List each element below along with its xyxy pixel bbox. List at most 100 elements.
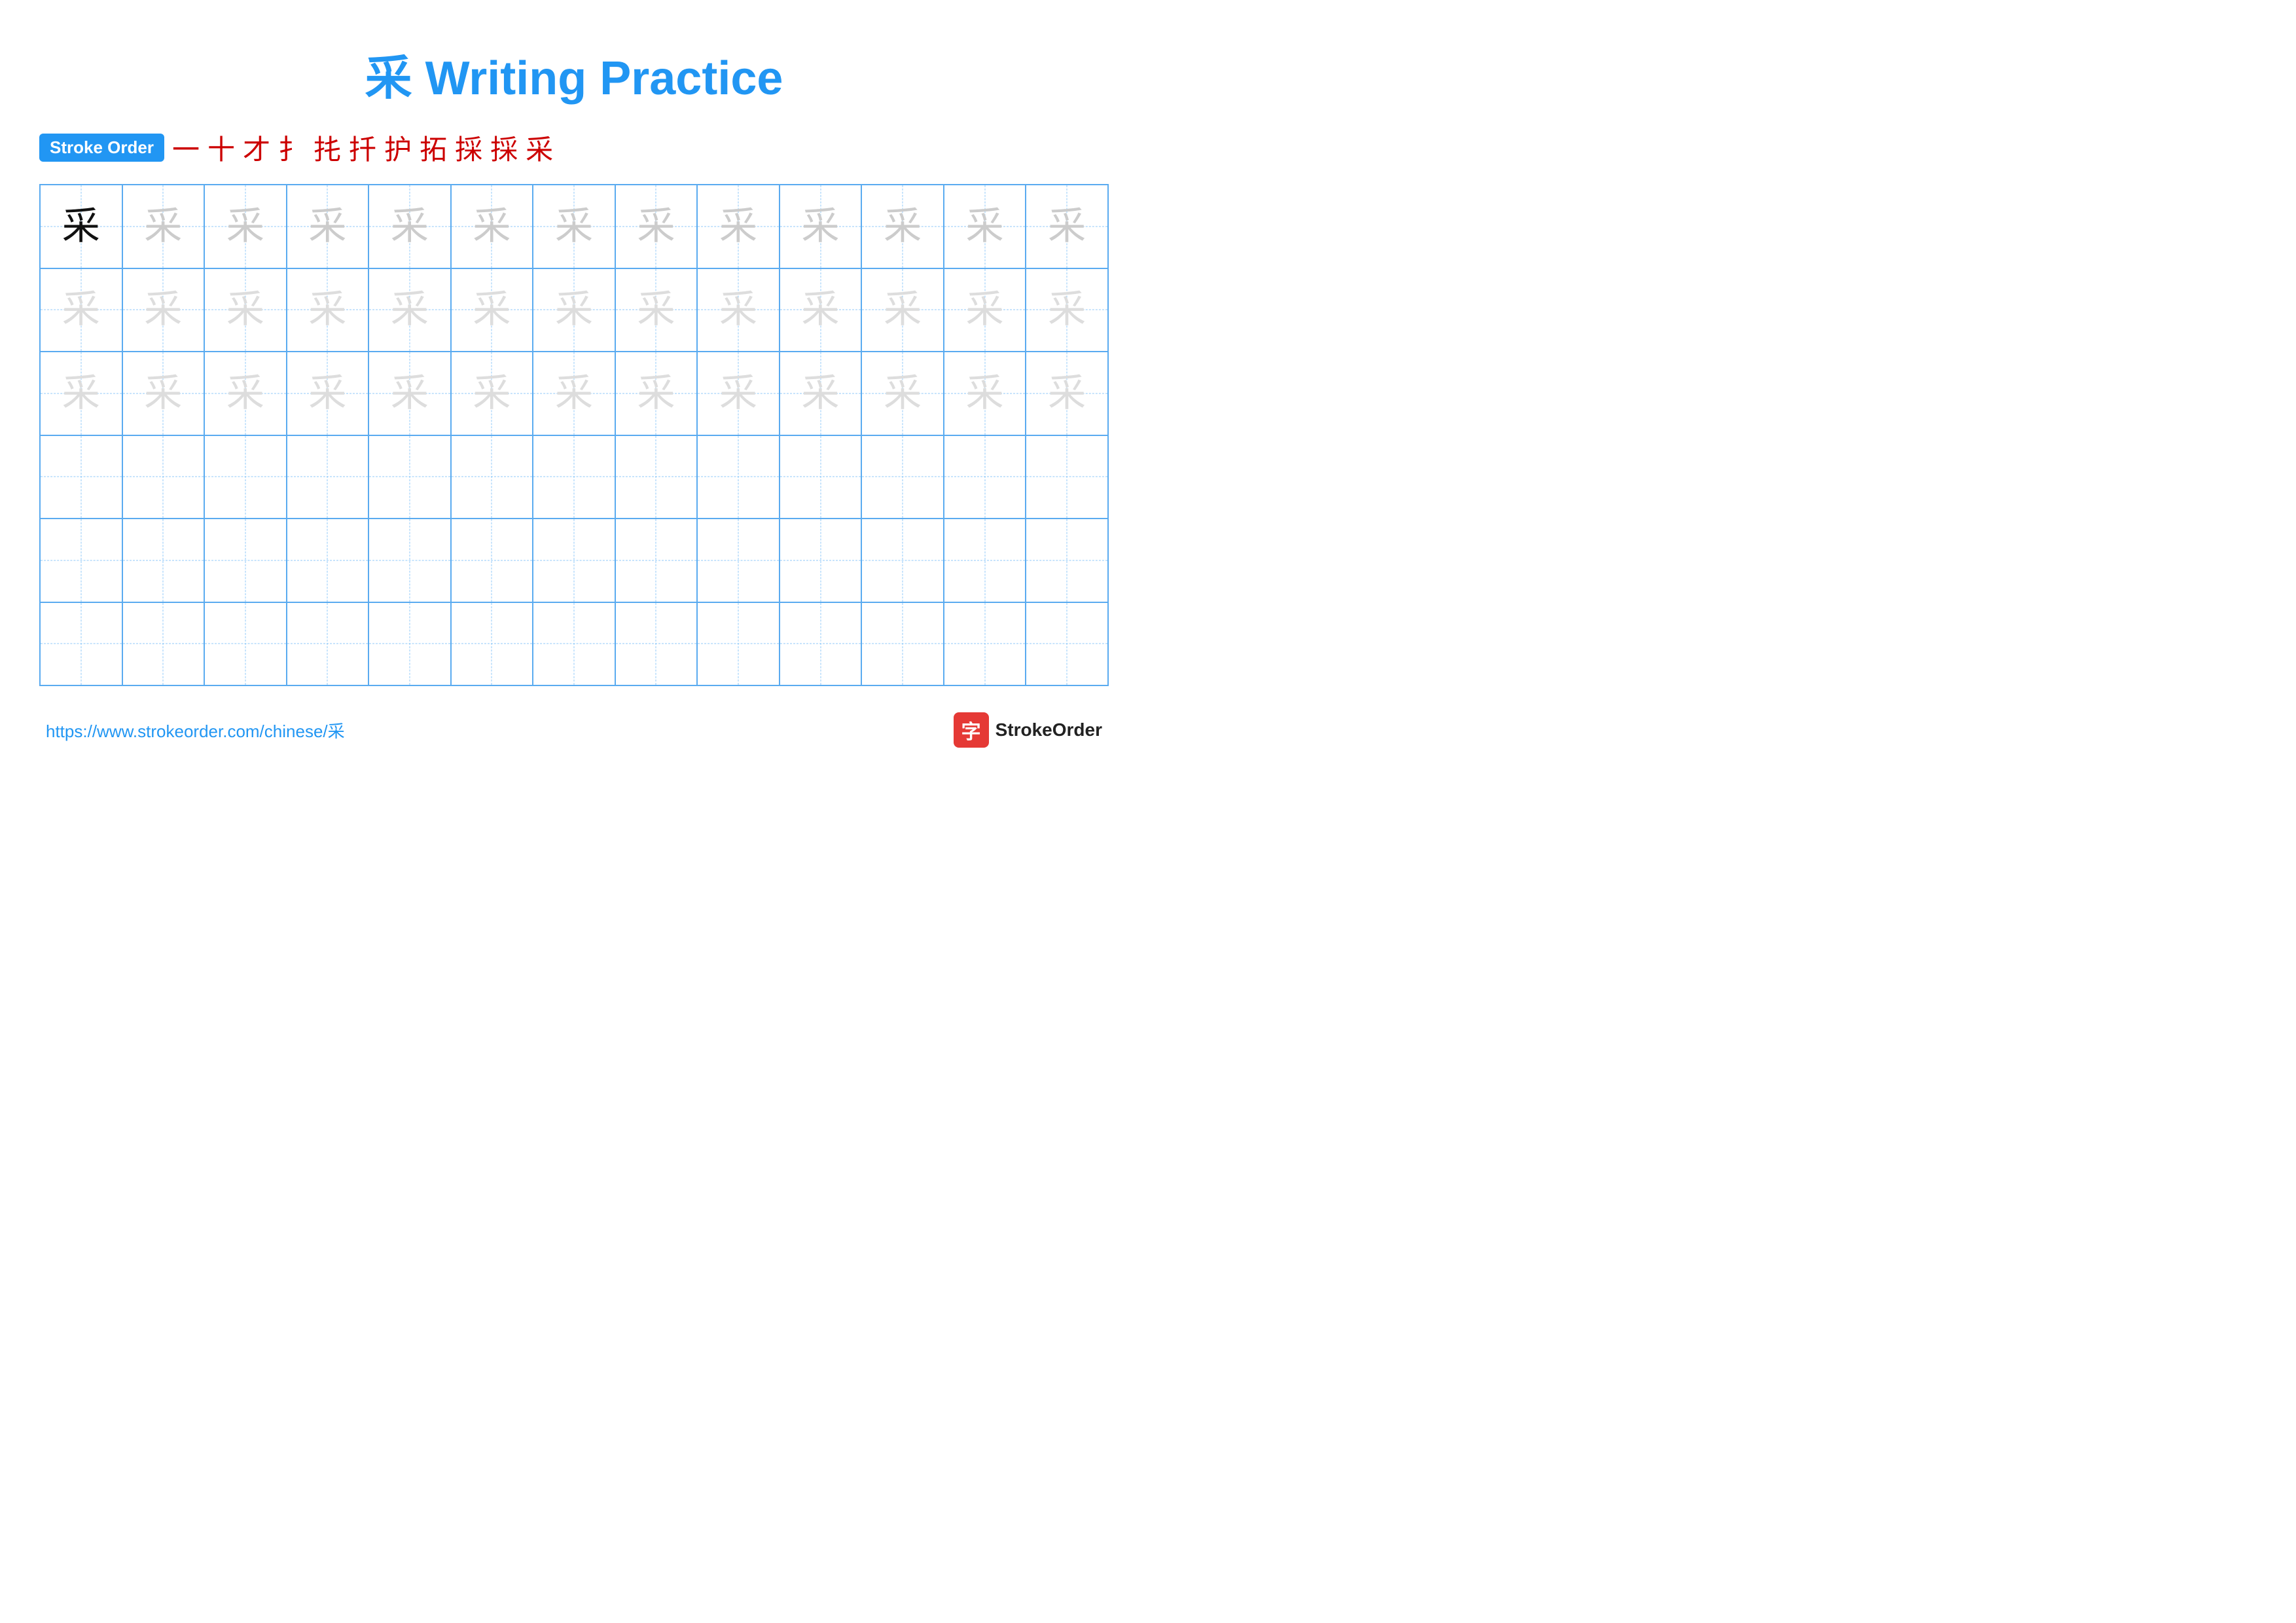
- cell-3-13[interactable]: 采: [1026, 352, 1107, 435]
- cell-6-13[interactable]: [1026, 603, 1107, 685]
- cell-4-3[interactable]: [205, 436, 287, 519]
- cell-6-12[interactable]: [944, 603, 1027, 685]
- cell-4-1[interactable]: [41, 436, 123, 519]
- cell-5-6[interactable]: [452, 519, 534, 602]
- cell-5-8[interactable]: [616, 519, 698, 602]
- cell-6-10[interactable]: [780, 603, 863, 685]
- cell-5-11[interactable]: [862, 519, 944, 602]
- cell-1-13[interactable]: 采: [1026, 185, 1107, 268]
- cell-1-12[interactable]: 采: [944, 185, 1027, 268]
- cell-1-3[interactable]: 采: [205, 185, 287, 268]
- cell-3-9[interactable]: 采: [698, 352, 780, 435]
- cell-6-4[interactable]: [287, 603, 370, 685]
- cell-2-11[interactable]: 采: [862, 269, 944, 352]
- cell-5-1[interactable]: [41, 519, 123, 602]
- cell-6-9[interactable]: [698, 603, 780, 685]
- cell-4-11[interactable]: [862, 436, 944, 519]
- char-guide: 采: [62, 291, 100, 329]
- stroke-step-0: 一: [172, 128, 200, 168]
- cell-3-8[interactable]: 采: [616, 352, 698, 435]
- cell-4-4[interactable]: [287, 436, 370, 519]
- cell-4-8[interactable]: [616, 436, 698, 519]
- cell-4-6[interactable]: [452, 436, 534, 519]
- grid-row-1: 采 采 采 采 采 采 采 采 采 采 采 采 采: [41, 185, 1107, 269]
- cell-2-10[interactable]: 采: [780, 269, 863, 352]
- cell-2-9[interactable]: 采: [698, 269, 780, 352]
- cell-4-9[interactable]: [698, 436, 780, 519]
- stroke-order-row: Stroke Order 一 十 才 扌 扥 扦 护 拓 採 採 采: [39, 128, 1109, 168]
- cell-2-5[interactable]: 采: [369, 269, 452, 352]
- cell-3-7[interactable]: 采: [533, 352, 616, 435]
- cell-5-13[interactable]: [1026, 519, 1107, 602]
- cell-3-5[interactable]: 采: [369, 352, 452, 435]
- cell-5-10[interactable]: [780, 519, 863, 602]
- cell-2-2[interactable]: 采: [123, 269, 206, 352]
- char-guide: 采: [144, 291, 182, 329]
- cell-3-4[interactable]: 采: [287, 352, 370, 435]
- cell-5-2[interactable]: [123, 519, 206, 602]
- char-guide: 采: [802, 374, 840, 412]
- cell-6-5[interactable]: [369, 603, 452, 685]
- cell-1-6[interactable]: 采: [452, 185, 534, 268]
- cell-3-2[interactable]: 采: [123, 352, 206, 435]
- cell-5-5[interactable]: [369, 519, 452, 602]
- cell-2-1[interactable]: 采: [41, 269, 123, 352]
- cell-1-4[interactable]: 采: [287, 185, 370, 268]
- char-guide: 采: [719, 208, 757, 246]
- cell-1-9[interactable]: 采: [698, 185, 780, 268]
- cell-4-7[interactable]: [533, 436, 616, 519]
- cell-1-11[interactable]: 采: [862, 185, 944, 268]
- cell-5-4[interactable]: [287, 519, 370, 602]
- cell-6-1[interactable]: [41, 603, 123, 685]
- cell-4-2[interactable]: [123, 436, 206, 519]
- cell-3-1[interactable]: 采: [41, 352, 123, 435]
- cell-5-3[interactable]: [205, 519, 287, 602]
- cell-6-6[interactable]: [452, 603, 534, 685]
- cell-6-11[interactable]: [862, 603, 944, 685]
- char-guide: 采: [473, 291, 511, 329]
- cell-1-1[interactable]: 采: [41, 185, 123, 268]
- cell-2-12[interactable]: 采: [944, 269, 1027, 352]
- cell-6-8[interactable]: [616, 603, 698, 685]
- grid-row-5: [41, 519, 1107, 603]
- cell-4-10[interactable]: [780, 436, 863, 519]
- cell-2-6[interactable]: 采: [452, 269, 534, 352]
- cell-4-5[interactable]: [369, 436, 452, 519]
- cell-3-3[interactable]: 采: [205, 352, 287, 435]
- char-guide: 采: [1048, 291, 1086, 329]
- cell-2-8[interactable]: 采: [616, 269, 698, 352]
- footer-url[interactable]: https://www.strokeorder.com/chinese/采: [46, 718, 345, 742]
- stroke-step-7: 拓: [420, 128, 447, 168]
- cell-3-11[interactable]: 采: [862, 352, 944, 435]
- char-guide: 采: [637, 374, 675, 412]
- cell-1-8[interactable]: 采: [616, 185, 698, 268]
- cell-3-6[interactable]: 采: [452, 352, 534, 435]
- cell-6-3[interactable]: [205, 603, 287, 685]
- cell-4-12[interactable]: [944, 436, 1027, 519]
- cell-3-12[interactable]: 采: [944, 352, 1027, 435]
- cell-6-7[interactable]: [533, 603, 616, 685]
- stroke-step-2: 才: [243, 128, 270, 168]
- char-guide: 采: [719, 374, 757, 412]
- practice-grid: 采 采 采 采 采 采 采 采 采 采 采 采 采 采 采 采 采 采 采 采 …: [39, 184, 1109, 686]
- cell-5-9[interactable]: [698, 519, 780, 602]
- cell-2-7[interactable]: 采: [533, 269, 616, 352]
- char-guide: 采: [1048, 208, 1086, 246]
- cell-5-12[interactable]: [944, 519, 1027, 602]
- char-guide: 采: [391, 208, 429, 246]
- cell-2-3[interactable]: 采: [205, 269, 287, 352]
- cell-1-7[interactable]: 采: [533, 185, 616, 268]
- cell-1-5[interactable]: 采: [369, 185, 452, 268]
- stroke-step-4: 扥: [314, 128, 341, 168]
- char-guide: 采: [226, 374, 264, 412]
- cell-1-10[interactable]: 采: [780, 185, 863, 268]
- cell-1-2[interactable]: 采: [123, 185, 206, 268]
- cell-4-13[interactable]: [1026, 436, 1107, 519]
- stroke-order-badge: Stroke Order: [39, 134, 164, 162]
- cell-3-10[interactable]: 采: [780, 352, 863, 435]
- cell-2-13[interactable]: 采: [1026, 269, 1107, 352]
- cell-2-4[interactable]: 采: [287, 269, 370, 352]
- cell-6-2[interactable]: [123, 603, 206, 685]
- cell-5-7[interactable]: [533, 519, 616, 602]
- char-guide: 采: [226, 208, 264, 246]
